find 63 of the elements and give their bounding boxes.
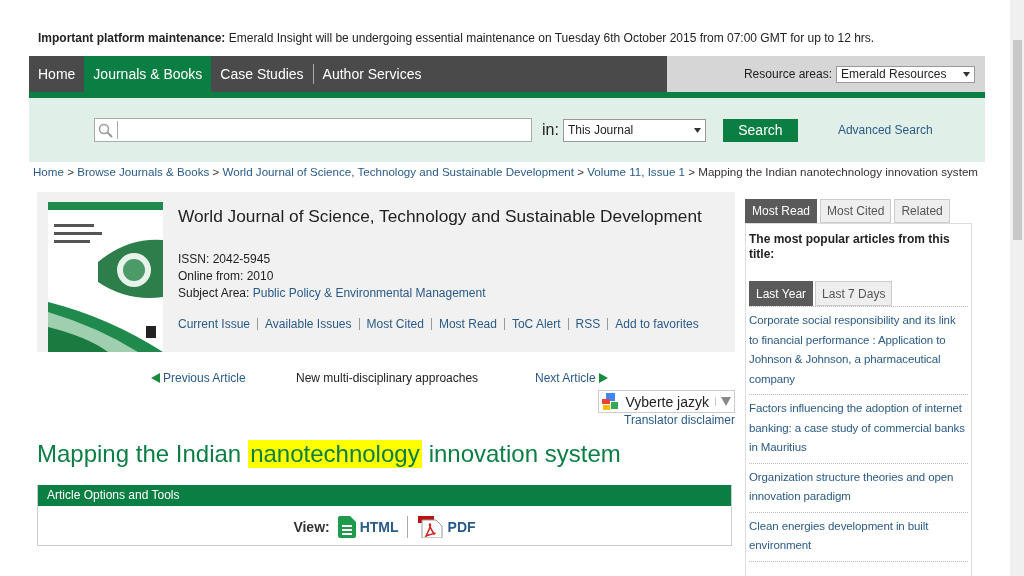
journal-link[interactable]: Add to favorites (607, 318, 706, 330)
nav-tab[interactable]: Case Studies (211, 56, 313, 92)
breadcrumb-separator: > (212, 165, 220, 178)
journal-title: World Journal of Science, Technology and Sustainable Development (178, 206, 703, 227)
subject-area-text: Subject Area: Public Policy & Environmental Management (178, 285, 487, 302)
article-title: Mapping the Indian nanotechnology innovation system (37, 440, 622, 468)
caret-icon (963, 71, 970, 77)
advanced-search-link[interactable]: Advanced Search (837, 123, 933, 137)
in-label: in: (542, 121, 559, 139)
journal-link[interactable]: Most Cited (358, 318, 431, 330)
tools-header: Article Options and Tools (38, 485, 731, 506)
next-article-link[interactable]: Next Article (535, 371, 608, 385)
article-link[interactable]: Factors influencing the adoption of internet banking: a case study of commercial banks in Mauritius (749, 395, 968, 464)
period-tab[interactable]: Last 7 Days (815, 281, 893, 306)
issn-text: ISSN: 2042-5945 (178, 251, 272, 268)
triangle-right-icon (598, 373, 608, 383)
journal-link[interactable]: RSS (567, 318, 608, 330)
period-tab[interactable]: Last Year (749, 281, 814, 306)
journal-link[interactable]: Current Issue (178, 318, 258, 330)
translate-icon (602, 393, 620, 410)
maintenance-notice: Important platform maintenance: Emerald Insight will be undergoing essential maintenance on Tuesday 6th October 2015 from 07:00 GMT for up to 12 hrs. (37, 31, 876, 47)
breadcrumb-link[interactable]: Volume 11, Issue 1 (587, 165, 685, 178)
sidebar-intro: The most popular articles from this title: (749, 232, 951, 262)
breadcrumb-separator: > (67, 165, 74, 178)
nav-tab[interactable]: Home (29, 56, 85, 92)
sidebar-tab[interactable]: Related (894, 199, 950, 223)
caret-icon (693, 127, 701, 133)
section-label: New multi-disciplinary approaches (296, 371, 480, 385)
sidebar-tab[interactable]: Most Read (745, 199, 818, 223)
article-link[interactable]: Corporate social responsibility and its link to financial performance : Application to Johnson & Johnson, a pharmaceutical company (749, 307, 968, 395)
journal-link[interactable]: ToC Alert (503, 318, 568, 330)
subject-link[interactable]: Public Policy & Environmental Management (252, 286, 486, 300)
online-from-text: Online from: 2010 (178, 268, 275, 285)
search-button[interactable]: Search (722, 118, 798, 142)
scrollbar[interactable] (1010, 0, 1024, 576)
dropdown-arrow-icon (715, 397, 731, 406)
breadcrumb-separator: > (688, 165, 696, 178)
resource-select[interactable]: Emerald Resources (836, 65, 975, 83)
search-field[interactable] (94, 118, 532, 142)
translator-disclaimer-link[interactable]: Translator disclaimer (624, 413, 735, 427)
previous-article-link[interactable]: Previous Article (151, 371, 296, 385)
nav-tab[interactable]: Author Services (312, 64, 431, 84)
format-link[interactable]: PDF (406, 516, 476, 538)
resource-label: Resource areas: (743, 67, 832, 81)
breadcrumb-current: Mapping the Indian nanotechnology innovation system (698, 165, 978, 178)
journal-link[interactable]: Available Issues (257, 318, 359, 330)
format-link[interactable]: HTML (337, 516, 399, 538)
breadcrumb-link[interactable]: Browse Journals & Books (77, 165, 210, 178)
article-link[interactable]: Organization structure theories and open innovation paradigm (749, 463, 968, 513)
pdf-file-icon (417, 516, 444, 538)
language-select[interactable]: Vyberte jazyk (598, 390, 735, 413)
sidebar-tab[interactable]: Most Cited (820, 199, 892, 223)
breadcrumb-link[interactable]: World Journal of Science, Technology and Sustainable Development (222, 165, 574, 178)
breadcrumb-link[interactable]: Home (33, 165, 64, 178)
view-label: View: (293, 519, 330, 535)
scope-select[interactable]: This Journal (562, 118, 706, 142)
document-icon (337, 516, 356, 538)
journal-link[interactable]: Most Read (430, 318, 504, 330)
article-link[interactable]: Clean energies development in built environment (749, 512, 968, 562)
nav-tab[interactable]: Journals & Books (84, 56, 212, 92)
breadcrumb-separator: > (577, 165, 585, 178)
search-icon (98, 122, 113, 138)
triangle-left-icon (151, 373, 160, 383)
